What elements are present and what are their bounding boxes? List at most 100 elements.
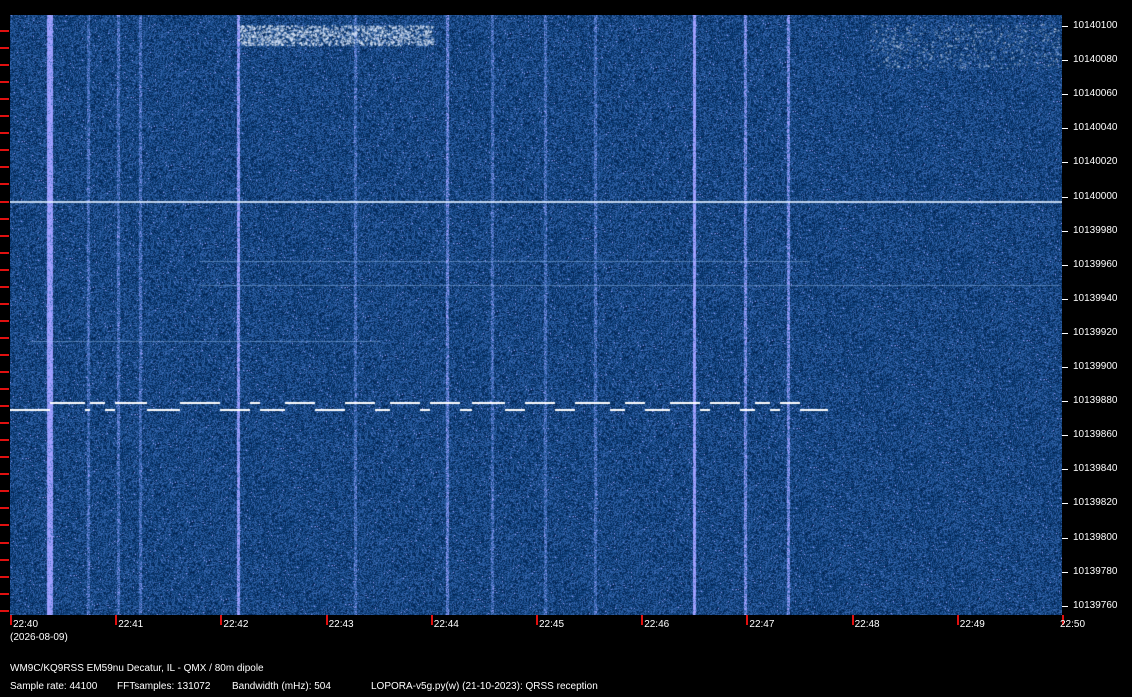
station-info: WM9C/KQ9RSS EM59nu Decatur, IL - QMX / 8… [10, 663, 264, 674]
time-tick [10, 615, 12, 625]
spectrogram-plot [10, 15, 1062, 615]
red-tick [0, 47, 9, 50]
time-tick [430, 615, 433, 625]
red-tick [0, 30, 9, 32]
red-tick [0, 524, 9, 527]
red-tick [0, 98, 9, 101]
red-tick [0, 388, 9, 391]
freq-label: 10139760 [1073, 599, 1118, 611]
red-tick [0, 132, 9, 135]
red-tick [0, 439, 9, 442]
freq-tick [1062, 196, 1068, 198]
freq-label: 10139800 [1073, 531, 1118, 543]
time-label: 22:49 [959, 619, 985, 630]
freq-tick [1062, 332, 1068, 334]
red-tick [0, 507, 9, 510]
red-tick [0, 302, 9, 305]
freq-label: 10140000 [1073, 190, 1118, 202]
time-label: 22:42 [223, 619, 249, 630]
freq-tick [1062, 298, 1068, 300]
freq-label: 10139940 [1073, 292, 1118, 304]
time-tick [536, 615, 538, 625]
red-tick [0, 353, 9, 356]
freq-label: 10140040 [1073, 122, 1118, 134]
freq-tick [1062, 230, 1068, 232]
red-tick [0, 592, 9, 595]
freq-tick [1062, 94, 1068, 96]
time-label: 22:48 [854, 619, 880, 630]
freq-label: 10140080 [1073, 54, 1118, 66]
time-label: 22:43 [328, 619, 354, 630]
time-label: 22:47 [749, 619, 775, 630]
red-tick [0, 251, 9, 254]
red-tick [0, 81, 9, 84]
freq-tick [1062, 264, 1068, 266]
freq-label: 10139960 [1073, 258, 1118, 270]
time-tick [851, 615, 854, 625]
date-label: (2026-08-09) [10, 632, 68, 643]
software-info: LOPORA-v5g.py(w) (21-10-2023): QRSS rece… [371, 681, 598, 692]
red-tick [0, 166, 9, 169]
freq-label: 10139860 [1073, 429, 1118, 441]
freq-tick [1062, 367, 1068, 368]
freq-tick [1062, 571, 1068, 573]
freq-tick [1062, 162, 1068, 164]
time-label: 22:45 [539, 619, 565, 630]
bandwidth: Bandwidth (mHz): 504 [232, 681, 331, 692]
freq-label: 10139840 [1073, 463, 1118, 475]
freq-label: 10140060 [1073, 88, 1118, 100]
time-label: 22:41 [118, 619, 144, 630]
waterfall-canvas [10, 15, 1062, 615]
red-tick [0, 490, 9, 493]
time-label: 22:44 [433, 619, 459, 630]
red-tick [0, 541, 9, 544]
red-tick [0, 371, 9, 373]
red-tick [0, 422, 9, 425]
freq-tick [1062, 469, 1068, 471]
freq-tick [1062, 503, 1068, 505]
fft-samples: FFTsamples: 131072 [117, 681, 211, 692]
freq-label: 10139780 [1073, 565, 1118, 577]
time-tick [325, 615, 328, 625]
red-tick [0, 456, 9, 459]
red-tick [0, 609, 9, 612]
red-tick [0, 149, 9, 152]
freq-label: 10139900 [1073, 361, 1118, 372]
red-tick [0, 115, 9, 118]
time-tick [956, 615, 959, 625]
red-tick [0, 336, 9, 339]
sample-rate: Sample rate: 44100 [10, 681, 98, 692]
red-tick [0, 319, 9, 322]
red-tick [0, 405, 9, 408]
freq-label: 10140100 [1073, 20, 1118, 31]
red-tick [0, 183, 9, 186]
red-tick [0, 64, 9, 67]
time-label: 22:40 [13, 619, 39, 630]
freq-label: 10139880 [1073, 395, 1118, 407]
freq-tick [1062, 435, 1068, 437]
freq-tick [1062, 605, 1068, 607]
freq-label: 10140020 [1073, 156, 1118, 168]
red-tick [0, 558, 9, 561]
freq-tick [1062, 128, 1068, 130]
time-tick [746, 615, 749, 625]
freq-tick [1062, 401, 1068, 403]
time-label: 22:46 [644, 619, 670, 630]
freq-tick [1062, 537, 1068, 539]
time-tick [115, 615, 118, 625]
freq-label: 10139820 [1073, 497, 1118, 509]
red-tick [0, 285, 9, 288]
time-tick [641, 615, 644, 625]
red-tick [0, 217, 9, 220]
freq-tick [1062, 60, 1068, 62]
red-tick [0, 473, 9, 476]
red-tick [0, 268, 9, 271]
time-label: 22:50 [1060, 619, 1086, 630]
red-tick [0, 234, 9, 237]
freq-label: 10139980 [1073, 224, 1118, 236]
red-tick [0, 200, 9, 203]
time-tick [220, 615, 223, 625]
freq-label: 10139920 [1073, 326, 1118, 338]
freq-tick [1062, 26, 1068, 27]
red-tick [0, 575, 9, 578]
